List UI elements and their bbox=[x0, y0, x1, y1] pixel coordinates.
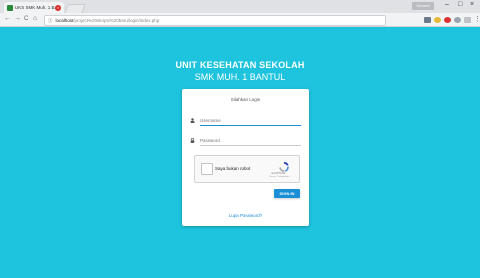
captcha-terms-link[interactable]: Privasi - Persyaratan bbox=[269, 176, 289, 178]
lock-icon bbox=[190, 137, 195, 145]
login-title: Silahkan Login bbox=[230, 97, 261, 102]
menu-icon[interactable]: ⋮ bbox=[474, 15, 480, 23]
profile-button[interactable]: Geromi bbox=[412, 2, 434, 10]
url-host: localhost bbox=[55, 18, 74, 23]
captcha-label: Saya bukan robot bbox=[215, 166, 251, 171]
back-button[interactable]: ← bbox=[4, 15, 11, 22]
password-input[interactable] bbox=[200, 136, 301, 146]
url-input[interactable]: ⓘ localhost/project%20skripsi%20baru/log… bbox=[44, 15, 386, 26]
recaptcha-widget: Saya bukan robot reCAPTCHA Privasi - Per… bbox=[194, 155, 300, 183]
close-window-button[interactable]: × bbox=[470, 1, 474, 8]
maximize-button[interactable]: □ bbox=[458, 1, 462, 8]
extension-icon-3[interactable] bbox=[464, 17, 471, 23]
site-favicon-icon bbox=[7, 4, 13, 11]
minimize-button[interactable]: – bbox=[445, 1, 449, 8]
address-bar-row: ← → C ⌂ ⓘ localhost/project%20skripsi%20… bbox=[0, 13, 480, 27]
captcha-brand: reCAPTCHA bbox=[271, 172, 286, 175]
browser-tab-bar: UKS SMK Muh. 1 Bantul × Geromi – □ × bbox=[0, 0, 480, 14]
recaptcha-logo-icon bbox=[277, 160, 291, 173]
user-icon bbox=[190, 118, 195, 125]
forward-button[interactable]: → bbox=[14, 15, 21, 22]
username-field bbox=[190, 116, 301, 126]
tab-title: UKS SMK Muh. 1 Bantul bbox=[15, 5, 55, 10]
extension-icon[interactable] bbox=[424, 17, 431, 23]
captcha-checkbox[interactable] bbox=[201, 163, 213, 175]
forgot-password-link[interactable]: Lupa Password? bbox=[182, 213, 309, 218]
adblock-icon[interactable] bbox=[444, 17, 451, 23]
extension-icon-2[interactable] bbox=[454, 17, 461, 23]
school-name: SMK MUH. 1 BANTUL bbox=[194, 72, 286, 82]
login-card: Silahkan Login Saya bukan robot reCAPTCH… bbox=[182, 89, 309, 226]
browser-tab[interactable]: UKS SMK Muh. 1 Bantul × bbox=[4, 2, 64, 13]
site-title: UNIT KESEHATAN SEKOLAH bbox=[175, 60, 305, 70]
url-path: /project%20skripsi%20baru/login/index.ph… bbox=[73, 18, 160, 23]
url-text: localhost/project%20skripsi%20baru/login… bbox=[56, 18, 160, 23]
username-input[interactable] bbox=[200, 116, 301, 126]
url-secure-icon: ⓘ bbox=[48, 17, 53, 23]
password-field bbox=[190, 136, 301, 146]
home-button[interactable]: ⌂ bbox=[33, 15, 37, 22]
reload-button[interactable]: C bbox=[24, 16, 28, 22]
bookmark-star-icon[interactable] bbox=[434, 17, 441, 23]
sign-in-button[interactable]: SIGN IN bbox=[274, 189, 300, 198]
tab-close-icon[interactable]: × bbox=[55, 4, 61, 11]
